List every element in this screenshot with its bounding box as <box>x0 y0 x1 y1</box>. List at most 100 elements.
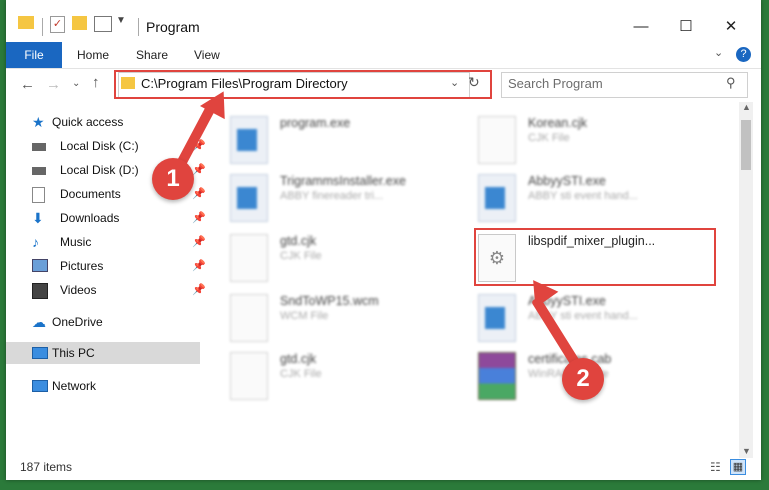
ribbon-tabs <box>6 40 761 69</box>
window-title: Program <box>146 19 200 35</box>
file-item[interactable]: AbbyySTI.exe ABBY sti event hand... <box>478 172 718 228</box>
tab-share[interactable]: Share <box>136 42 168 68</box>
file-type: ABBY sti event hand... <box>528 190 638 202</box>
sidebar-item-label: Quick access <box>52 115 124 129</box>
pin-icon[interactable]: 📌 <box>192 159 206 181</box>
expand-ribbon-icon[interactable]: ⌄ <box>714 46 723 59</box>
minimize-button[interactable]: — <box>621 14 661 40</box>
exe-icon <box>478 294 516 342</box>
large-icons-view-icon[interactable]: ▦ <box>730 459 746 475</box>
help-icon[interactable]: ? <box>736 47 751 62</box>
scroll-down-icon[interactable]: ▼ <box>742 446 751 456</box>
folder-icon <box>18 16 34 29</box>
sidebar-item-downloads[interactable]: ⬇ Downloads 📌 <box>20 207 206 229</box>
properties-icon[interactable]: ✓ <box>50 16 65 33</box>
file-item[interactable]: gtd.cjk CJK File <box>230 232 470 288</box>
file-item[interactable]: SndToWP15.wcm WCM File <box>230 292 470 348</box>
separator <box>42 18 43 36</box>
scroll-up-icon[interactable]: ▲ <box>742 102 751 112</box>
computer-icon <box>32 347 48 359</box>
file-name: Korean.cjk <box>528 116 588 130</box>
pin-icon[interactable]: 📌 <box>192 279 206 301</box>
sidebar-item-label: Music <box>60 235 92 249</box>
file-name: program.exe <box>280 116 351 130</box>
tab-file[interactable]: File <box>6 42 62 68</box>
separator <box>138 18 139 36</box>
video-icon <box>32 283 48 299</box>
search-placeholder: Search Program <box>508 76 603 91</box>
file-item[interactable]: AbbyySTI.exe ABBY sti event hand... <box>478 292 718 348</box>
file-item[interactable]: gtd.cjk CJK File <box>230 350 470 406</box>
file-item[interactable]: Korean.cjk CJK File <box>478 114 718 170</box>
forward-icon[interactable]: → <box>46 76 61 93</box>
file-highlight-box <box>474 228 716 286</box>
view-options-icon[interactable] <box>94 16 112 32</box>
file-name: gtd.cjk <box>280 352 317 366</box>
file-item[interactable]: program.exe <box>230 114 470 170</box>
pin-icon[interactable]: 📌 <box>192 231 206 253</box>
document-icon <box>230 234 268 282</box>
pin-icon[interactable]: 📌 <box>192 183 206 205</box>
customize-quick-access-icon[interactable]: ▼ <box>116 15 126 26</box>
up-icon[interactable]: ↑ <box>92 74 100 91</box>
file-name: AbbyySTI.exe <box>528 174 606 188</box>
document-icon <box>32 187 45 203</box>
close-button[interactable]: ✕ <box>711 14 751 40</box>
sidebar-item-network[interactable]: Network <box>6 375 192 397</box>
sidebar-item-label: Videos <box>60 283 97 297</box>
file-type: CJK File <box>528 132 570 144</box>
pictures-icon <box>32 259 48 272</box>
pin-icon[interactable]: 📌 <box>192 207 206 229</box>
maximize-button[interactable]: ☐ <box>666 14 706 40</box>
search-icon[interactable]: ⚲ <box>726 75 736 91</box>
sidebar-item-this-pc[interactable]: This PC <box>6 342 200 364</box>
cloud-icon: ☁ <box>32 314 46 330</box>
recent-locations-icon[interactable]: ⌄ <box>72 78 80 89</box>
navigation-pane: ★ Quick access Local Disk (C:) 📌 Local D… <box>6 102 206 458</box>
document-icon <box>230 294 268 342</box>
file-item[interactable]: TrigrammsInstaller.exe ABBY finereader t… <box>230 172 470 228</box>
sidebar-item-music[interactable]: ♪ Music 📌 <box>20 231 206 253</box>
sidebar-item-label: Local Disk (D:) <box>60 163 139 177</box>
tab-home[interactable]: Home <box>77 42 109 68</box>
document-icon <box>478 116 516 164</box>
file-name: TrigrammsInstaller.exe <box>280 174 406 188</box>
drive-icon <box>32 167 46 175</box>
scrollbar-thumb[interactable] <box>741 120 751 170</box>
explorer-window: ✓ ▼ Program — ☐ ✕ File Home Share View ⌄… <box>6 0 761 480</box>
document-icon <box>230 352 268 400</box>
sidebar-item-pictures[interactable]: Pictures 📌 <box>20 255 206 277</box>
sidebar-item-quick-access[interactable]: ★ Quick access <box>6 111 192 133</box>
file-name: gtd.cjk <box>280 234 317 248</box>
sidebar-item-label: This PC <box>52 346 95 360</box>
status-bar: 187 items ☷ ▦ <box>6 458 761 480</box>
exe-icon <box>230 174 268 222</box>
sidebar-item-label: OneDrive <box>52 315 103 329</box>
step-badge-2: 2 <box>562 358 604 400</box>
sidebar-item-label: Local Disk (C:) <box>60 139 139 153</box>
music-icon: ♪ <box>32 234 39 250</box>
tab-view[interactable]: View <box>194 42 220 68</box>
network-icon <box>32 380 48 392</box>
title-bar: ✓ ▼ Program — ☐ ✕ <box>6 0 761 40</box>
sidebar-item-videos[interactable]: Videos 📌 <box>20 279 206 301</box>
file-type: ABBY finereader tri... <box>280 190 384 202</box>
details-view-icon[interactable]: ☷ <box>710 460 721 474</box>
drive-icon <box>32 143 46 151</box>
back-icon[interactable]: ← <box>20 76 35 93</box>
file-type: WCM File <box>280 310 329 322</box>
item-count: 187 items <box>20 460 73 474</box>
sidebar-item-local-disk-c[interactable]: Local Disk (C:) 📌 <box>20 135 206 157</box>
pin-icon[interactable]: 📌 <box>192 255 206 277</box>
new-folder-icon[interactable] <box>72 16 87 30</box>
exe-icon <box>230 116 268 164</box>
file-name: SndToWP15.wcm <box>280 294 379 308</box>
address-highlight-box <box>114 70 492 99</box>
file-type: CJK File <box>280 250 322 262</box>
archive-icon <box>478 352 516 400</box>
download-icon: ⬇ <box>32 210 44 226</box>
sidebar-item-onedrive[interactable]: ☁ OneDrive <box>6 311 192 333</box>
file-type: CJK File <box>280 368 322 380</box>
sidebar-item-label: Network <box>52 379 97 393</box>
exe-icon <box>478 174 516 222</box>
